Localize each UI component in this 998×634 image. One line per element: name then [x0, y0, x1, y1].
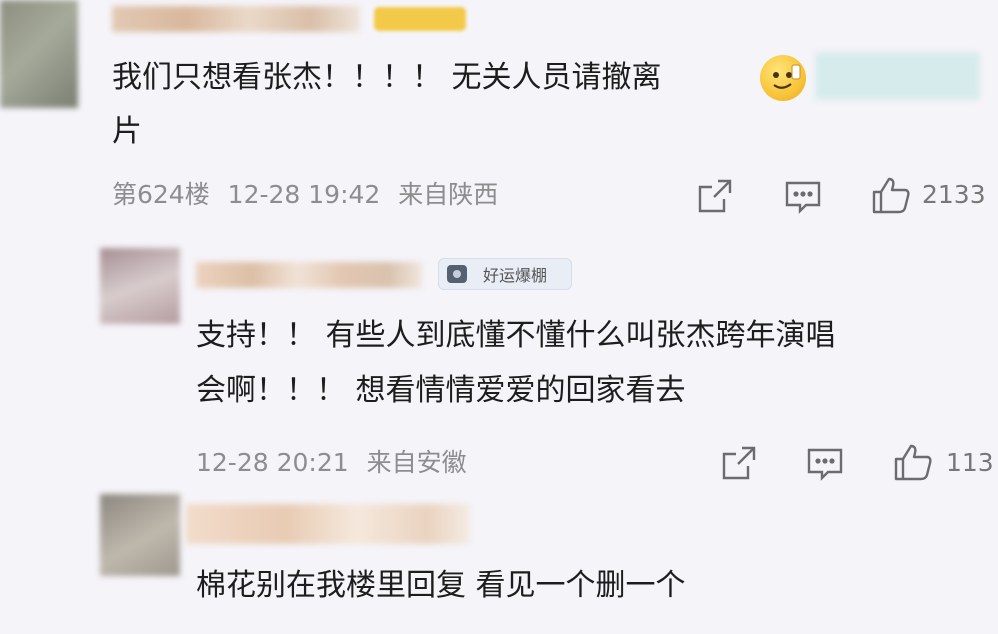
member-badge	[374, 7, 466, 31]
location: 来自陕西	[398, 180, 499, 209]
comment-meta: 12-28 20:21 来自安徽	[196, 448, 467, 478]
avatar[interactable]	[100, 494, 180, 576]
comment-meta: 第624楼 12-28 19:42 来自陕西	[112, 180, 498, 210]
username-blurred[interactable]	[186, 504, 470, 544]
comment-text-line-2: 片	[112, 114, 142, 149]
like-count: 113	[946, 448, 994, 477]
share-icon[interactable]	[720, 444, 758, 482]
share-icon[interactable]	[696, 177, 734, 215]
thumbs-up-icon[interactable]	[870, 174, 912, 216]
avatar[interactable]	[100, 248, 180, 324]
username-blurred[interactable]	[196, 262, 422, 288]
comment-icon[interactable]	[806, 444, 844, 482]
user-badge: 好运爆棚	[438, 258, 572, 290]
comment-text-line-1: 我们只想看张杰！！！！ 无关人员请撤离	[112, 60, 662, 95]
username-blurred[interactable]	[112, 6, 360, 32]
comment-text-line-2: 会啊！！！ 想看情情爱爱的回家看去	[196, 373, 686, 408]
floor-number: 第624楼	[112, 180, 210, 209]
like-count: 2133	[922, 180, 986, 209]
timestamp: 12-28 19:42	[227, 180, 381, 209]
image-thumbnail-blurred[interactable]	[815, 52, 980, 100]
comment-text-line-1: 支持！！ 有些人到底懂不懂什么叫张杰跨年演唱	[196, 318, 836, 353]
comment-icon[interactable]	[784, 177, 822, 215]
emoji-icon	[760, 55, 806, 101]
thumbs-up-icon[interactable]	[892, 441, 934, 483]
timestamp: 12-28 20:21	[196, 448, 349, 477]
comment-text-line-1: 棉花别在我楼里回复 看见一个删一个	[196, 568, 686, 603]
location: 来自安徽	[366, 448, 467, 477]
badge-label: 好运爆棚	[483, 266, 548, 285]
avatar[interactable]	[0, 0, 78, 108]
badge-icon	[447, 265, 467, 283]
